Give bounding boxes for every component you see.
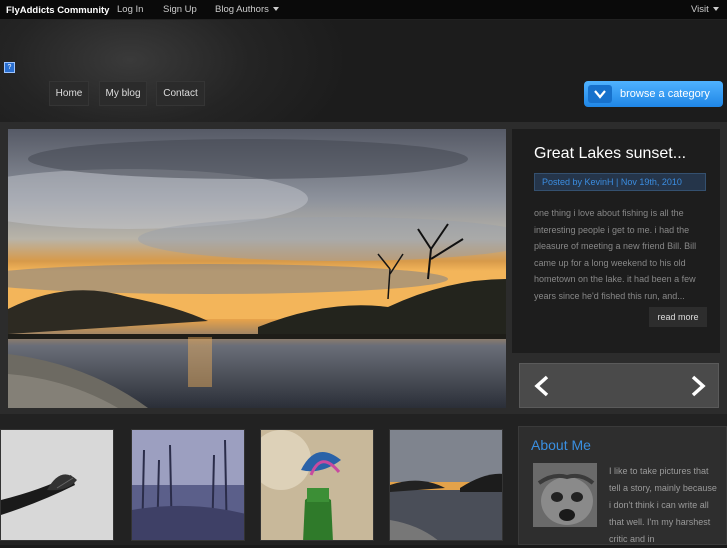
slider-controls bbox=[519, 363, 719, 408]
nav-contact[interactable]: Contact bbox=[156, 81, 205, 106]
thumbnail-strip: About Me I like to take pictures that te… bbox=[0, 414, 727, 545]
thumbnail-3[interactable] bbox=[260, 429, 374, 541]
chevron-down-icon bbox=[712, 7, 719, 11]
chevron-down-icon bbox=[588, 85, 612, 103]
arrow-left-icon[interactable] bbox=[530, 374, 554, 398]
thumbnail-4[interactable] bbox=[389, 429, 503, 541]
browse-category-label: browse a category bbox=[620, 88, 710, 100]
thumbnail-1[interactable] bbox=[0, 429, 114, 541]
post-excerpt: one thing i love about fishing is all th… bbox=[534, 208, 697, 301]
arrow-right-icon[interactable] bbox=[686, 374, 710, 398]
nav-home[interactable]: Home bbox=[49, 81, 89, 106]
post-meta: Posted by KevinH | Nov 19th, 2010 bbox=[534, 173, 706, 191]
admin-bar: FlyAddicts Community Log In Sign Up Blog… bbox=[0, 0, 727, 20]
thumbnail-2[interactable] bbox=[131, 429, 245, 541]
visit-label: Visit bbox=[691, 4, 709, 15]
read-more-button[interactable]: read more bbox=[649, 307, 707, 327]
login-link[interactable]: Log In bbox=[117, 4, 143, 15]
blog-authors-menu[interactable]: Blog Authors bbox=[215, 4, 279, 15]
about-title: About Me bbox=[531, 437, 591, 453]
signup-link[interactable]: Sign Up bbox=[163, 4, 197, 15]
post-title[interactable]: Great Lakes sunset... bbox=[534, 145, 686, 163]
site-header: ? Home My blog Contact browse a category bbox=[0, 20, 727, 122]
about-text: I like to take pictures that tell a stor… bbox=[609, 466, 717, 544]
site-brand-link[interactable]: FlyAddicts Community bbox=[6, 5, 109, 16]
blog-authors-label: Blog Authors bbox=[215, 4, 269, 15]
browse-category-button[interactable]: browse a category bbox=[584, 81, 723, 107]
featured-photo[interactable] bbox=[8, 129, 506, 408]
about-me-widget: About Me I like to take pictures that te… bbox=[518, 426, 727, 545]
chevron-down-icon bbox=[272, 7, 279, 11]
featured-slider: Great Lakes sunset... Posted by KevinH |… bbox=[0, 122, 727, 414]
broken-image-icon: ? bbox=[4, 62, 15, 73]
avatar bbox=[533, 463, 597, 527]
visit-menu[interactable]: Visit bbox=[691, 4, 719, 15]
nav-my-blog[interactable]: My blog bbox=[99, 81, 147, 106]
featured-post-card: Great Lakes sunset... Posted by KevinH |… bbox=[512, 129, 720, 353]
